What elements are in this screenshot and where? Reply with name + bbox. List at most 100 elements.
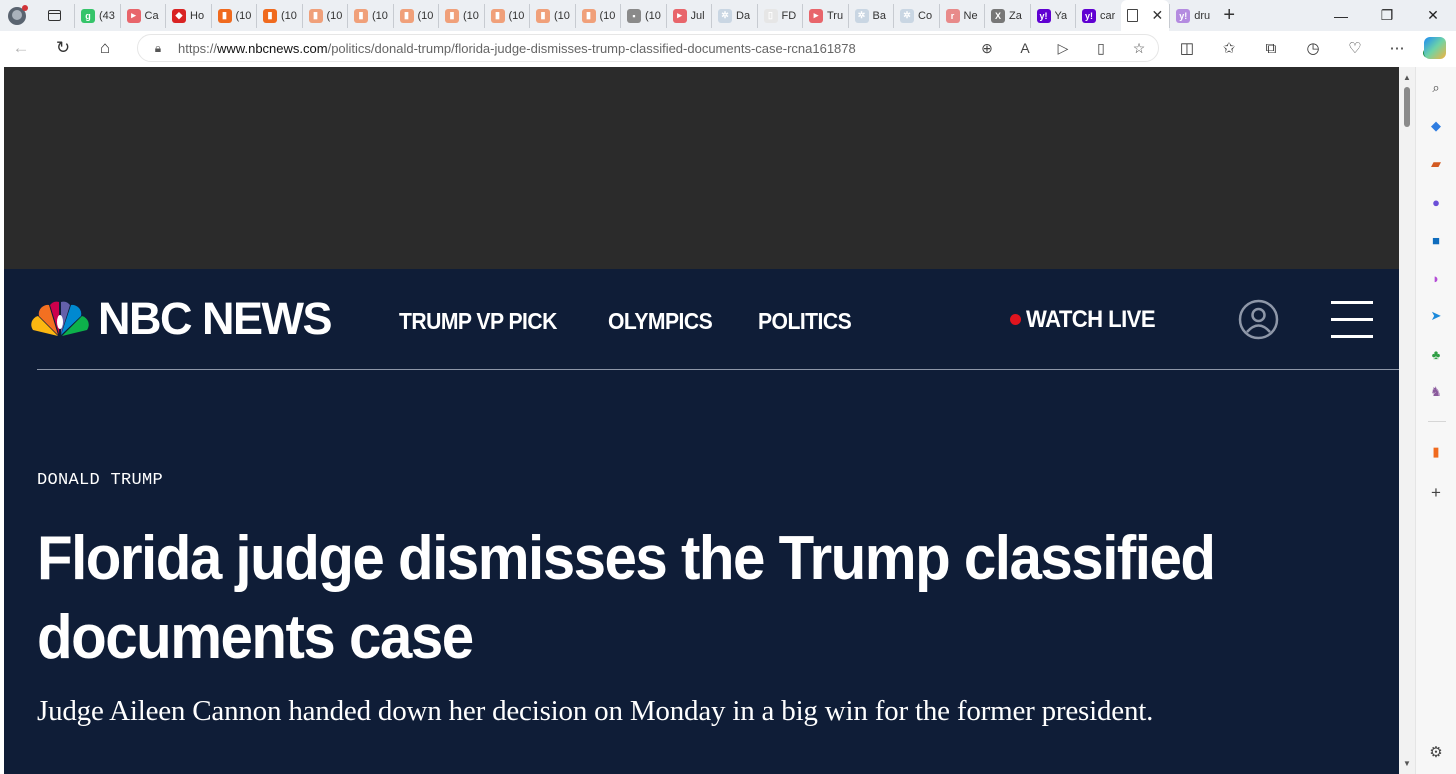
sidebar-add-icon[interactable]: +: [1427, 483, 1445, 502]
tab-label: Da: [736, 9, 751, 22]
profile-button[interactable]: [0, 0, 34, 31]
nbc-peacock-icon[interactable]: [31, 301, 89, 337]
scroll-down-icon[interactable]: ▼: [1403, 759, 1411, 768]
media-icon[interactable]: ▷: [1044, 40, 1082, 57]
sidebar-bookmark-icon[interactable]: ▮: [1427, 443, 1445, 461]
nav-olympics[interactable]: OLYMPICS: [608, 307, 713, 335]
minimize-button[interactable]: —: [1318, 0, 1364, 31]
tab-label: (10: [326, 9, 343, 22]
sidebar-send-icon[interactable]: ➤: [1427, 307, 1445, 325]
collections-icon[interactable]: ⧉: [1250, 40, 1292, 57]
back-button[interactable]: ←: [0, 31, 42, 65]
tab-favicon-icon: ▮: [263, 8, 277, 23]
tab-label: (10: [508, 9, 525, 22]
url-domain: www.nbcnews.com: [217, 40, 328, 56]
browser-essentials-icon[interactable]: ♡: [1334, 39, 1376, 57]
article-section-label[interactable]: DONALD TRUMP: [37, 471, 163, 490]
browser-tab[interactable]: ✲ Co: [893, 3, 939, 28]
tab-favicon-icon: ▯: [763, 8, 778, 23]
zoom-icon[interactable]: ⊕: [968, 40, 1006, 57]
history-icon[interactable]: ◷: [1292, 39, 1334, 57]
sidebar-drop-icon[interactable]: ◗: [1427, 269, 1445, 287]
sidebar-outlook-icon[interactable]: ■: [1427, 231, 1445, 249]
tab-label: FD: [781, 9, 797, 22]
browser-tab[interactable]: g (43: [74, 3, 120, 28]
tab-label: (43: [99, 9, 115, 22]
tab-label: car: [1100, 9, 1116, 22]
browser-tab[interactable]: ✲ Da: [711, 3, 757, 28]
browser-tab[interactable]: y! dru: [1169, 3, 1213, 28]
page-scrollbar[interactable]: ▲ ▼: [1399, 67, 1415, 774]
url-path: /politics/donald-trump/florida-judge-dis…: [327, 40, 856, 56]
read-aloud-icon[interactable]: A: [1006, 40, 1044, 56]
close-window-button[interactable]: ✕: [1410, 0, 1456, 31]
account-icon[interactable]: [1238, 299, 1279, 340]
site-logo[interactable]: NBC NEWS: [98, 296, 333, 342]
sidebar-briefcase-icon[interactable]: ▰: [1427, 155, 1445, 173]
restore-button[interactable]: ❐: [1364, 0, 1410, 31]
split-screen-icon[interactable]: ◫: [1166, 39, 1208, 57]
browser-tab[interactable]: ✲ Ba: [847, 3, 894, 28]
tab-label: (10: [645, 9, 661, 22]
hamburger-menu-icon[interactable]: [1331, 301, 1373, 339]
tab-favicon-icon: ▸: [809, 8, 823, 23]
browser-tab[interactable]: ▮ (10: [392, 3, 439, 28]
sidebar-chess-icon[interactable]: ♞: [1427, 383, 1445, 401]
browser-tab[interactable]: ▮ (10: [483, 3, 530, 28]
refresh-button[interactable]: ↻: [42, 31, 84, 65]
sidebar-tag-icon[interactable]: ◆: [1427, 117, 1445, 135]
favorite-star-icon[interactable]: ☆: [1120, 40, 1158, 57]
sidebar-settings-icon[interactable]: ⚙: [1427, 743, 1445, 761]
window-controls: — ❐ ✕: [1318, 0, 1456, 31]
browser-tab[interactable]: ▮ (10: [210, 3, 257, 28]
tab-label: (10: [599, 9, 616, 22]
tab-actions-icon: [47, 10, 61, 21]
nav-politics[interactable]: POLITICS: [758, 307, 852, 335]
browser-tab[interactable]: ▪ (10: [620, 3, 666, 28]
browser-tab[interactable]: ▯ FD: [756, 3, 803, 28]
browser-tab[interactable]: ▮ (10: [438, 3, 484, 28]
tab-label: Ya: [1054, 9, 1068, 22]
active-tab[interactable]: ✕: [1120, 0, 1170, 31]
headline-line-1: Florida judge dismisses the Trump classi…: [37, 524, 1216, 593]
scroll-thumb[interactable]: [1404, 87, 1410, 127]
browser-tab[interactable]: ▸ Jul: [665, 3, 712, 28]
tab-actions-button[interactable]: [34, 0, 74, 31]
more-menu-icon[interactable]: ⋯: [1376, 39, 1418, 57]
tab-favicon-icon: r: [945, 8, 960, 23]
browser-tab[interactable]: ▮ (10: [574, 3, 621, 28]
browser-tab[interactable]: ▮ (10: [301, 3, 348, 28]
close-tab-icon[interactable]: ✕: [1152, 7, 1164, 24]
live-indicator-dot: [1010, 314, 1021, 325]
new-tab-button[interactable]: +: [1213, 0, 1245, 31]
browser-tab[interactable]: ▮ (10: [256, 3, 302, 28]
nav-trump-vp-pick[interactable]: TRUMP VP PICK: [399, 307, 557, 335]
browser-tab[interactable]: ▮ (10: [529, 3, 575, 28]
tab-label: Za: [1009, 9, 1022, 22]
browser-tab[interactable]: r Ne: [938, 3, 985, 28]
browser-tab[interactable]: y! car: [1075, 3, 1121, 28]
lock-icon[interactable]: 🔒︎: [138, 41, 178, 56]
url-text[interactable]: https://www.nbcnews.com/politics/donald-…: [178, 41, 968, 56]
sidebar-tree-icon[interactable]: ♣: [1427, 345, 1445, 363]
tab-favicon-icon: ▮: [217, 8, 232, 23]
url-prefix: https://: [178, 40, 218, 56]
article-headline: Florida judge dismisses the Trump classi…: [37, 519, 1259, 677]
tab-label: (10: [554, 9, 570, 22]
browser-tab[interactable]: y! Ya: [1029, 3, 1076, 28]
sidebar-games-icon[interactable]: ●: [1427, 193, 1445, 211]
copilot-icon[interactable]: [1424, 37, 1446, 59]
scroll-up-icon[interactable]: ▲: [1403, 73, 1411, 82]
tab-favicon-icon: ▮: [445, 8, 459, 23]
immersive-reader-icon[interactable]: ▯: [1082, 40, 1120, 57]
home-button[interactable]: ⌂: [84, 31, 126, 65]
browser-tab[interactable]: ▸ Tru: [802, 3, 848, 28]
address-bar[interactable]: 🔒︎ https://www.nbcnews.com/politics/dona…: [137, 34, 1159, 62]
sidebar-search-icon[interactable]: ⌕: [1427, 79, 1445, 97]
watch-live-link[interactable]: WATCH LIVE: [1026, 306, 1156, 334]
browser-tab[interactable]: ▮ (10: [347, 3, 393, 28]
favorites-icon[interactable]: ✩: [1208, 39, 1250, 57]
browser-tab[interactable]: ◆ Ho: [165, 3, 211, 28]
browser-tab[interactable]: ▸ Ca: [119, 3, 166, 28]
browser-tab[interactable]: X Za: [984, 3, 1030, 28]
